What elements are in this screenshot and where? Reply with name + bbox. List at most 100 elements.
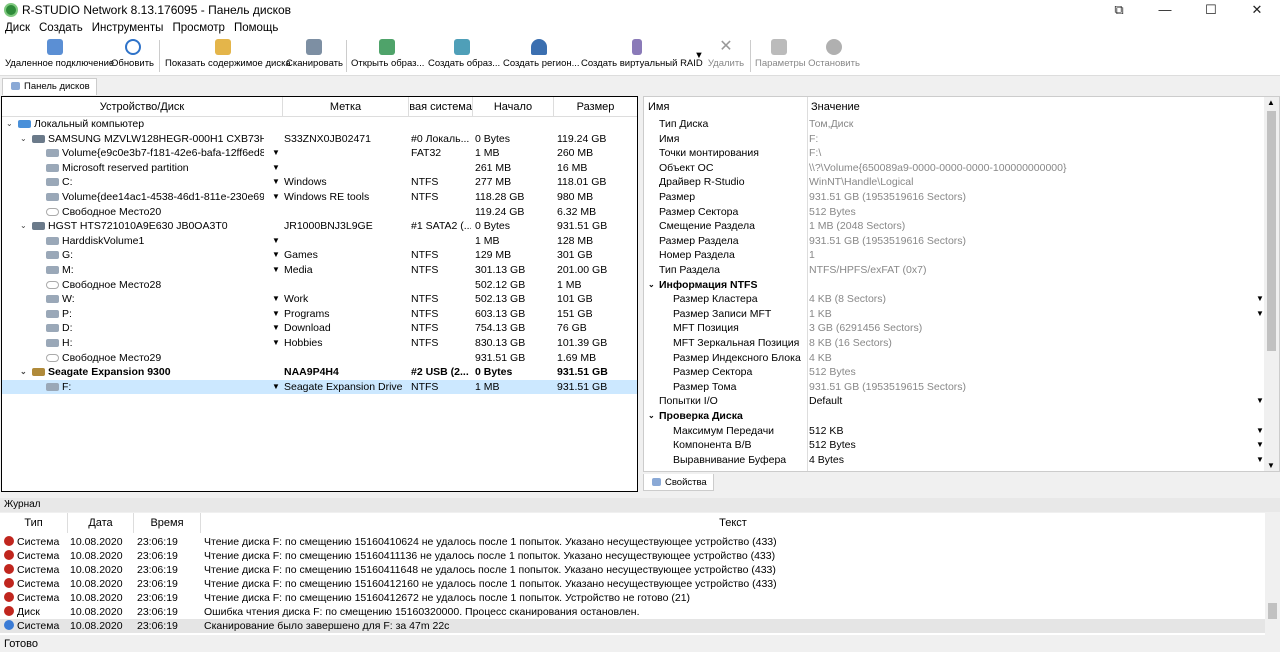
col-name[interactable]: Имя (648, 97, 669, 117)
properties-scrollbar[interactable]: ▲ ▼ (1264, 97, 1279, 471)
maximize-button[interactable]: ☐ (1188, 0, 1234, 20)
property-row[interactable]: Размер Индексного Блока 4 KB (644, 351, 1266, 366)
journal-row[interactable]: Система 10.08.2020 23:06:19 Сканирование бы… (0, 619, 1265, 633)
property-row[interactable]: MFT Позиция 3 GB (6291456 Sectors) (644, 321, 1266, 336)
tree-row[interactable]: F: ▼ Seagate Expansion Drive NTFS 1 MB 931.51… (2, 379, 637, 395)
property-row[interactable]: Компонента В/В 512 Bytes ▼ (644, 438, 1266, 453)
tree-row[interactable]: Microsoft reserved partition ▼ 261 MB 16 MB (2, 161, 637, 176)
col-value[interactable]: Значение (811, 97, 860, 117)
raid-dropdown-icon[interactable]: ▼ (693, 50, 705, 61)
row-dropdown-icon[interactable]: ▼ (272, 292, 280, 307)
property-row[interactable]: Максимум Передачи 512 KB ▼ (644, 424, 1266, 439)
collapse-icon[interactable]: ⌄ (648, 409, 655, 424)
row-dropdown-icon[interactable]: ▼ (272, 146, 280, 161)
col-label[interactable]: Метка (283, 97, 409, 117)
row-dropdown-icon[interactable]: ▼ (272, 161, 280, 176)
parameters-button[interactable]: Параметры (755, 39, 806, 69)
row-dropdown-icon[interactable]: ▼ (272, 307, 280, 322)
property-row[interactable]: Размер Кластера 4 KB (8 Sectors) ▼ (644, 292, 1266, 307)
collapse-icon[interactable]: ⌄ (648, 278, 655, 293)
tree-row[interactable]: D: ▼ Download NTFS 754.13 GB 76 GB (2, 321, 637, 336)
property-row[interactable]: Размер Сектора 512 Bytes (644, 365, 1266, 380)
row-dropdown-icon[interactable]: ▼ (272, 380, 280, 395)
close-button[interactable]: ✕ (1234, 0, 1280, 20)
tree-row[interactable]: G: ▼ Games NTFS 129 MB 301 GB (2, 248, 637, 263)
property-row[interactable]: Размер Раздела 931.51 GB (1953519616 Sect… (644, 234, 1266, 249)
property-row[interactable]: MFT Зеркальная Позиция 8 KB (16 Sectors) (644, 336, 1266, 351)
tree-row[interactable]: ⌄ SAMSUNG MZVLW128HEGR-000H1 CXB73H1Q S33Z… (2, 132, 637, 147)
row-dropdown-icon[interactable]: ▼ (272, 263, 280, 278)
stop-button[interactable]: Остановить (808, 39, 860, 69)
create-image-button[interactable]: Создать образ... (428, 39, 500, 69)
row-dropdown-icon[interactable]: ▼ (272, 234, 280, 249)
tree-row[interactable]: Свободное Место28 502.12 GB 1 MB (2, 278, 637, 293)
tree-row[interactable]: Volume{e9c0e3b7-f181-42e6-bafa-12ff6ed8e… (2, 146, 637, 161)
tree-row[interactable]: P: ▼ Programs NTFS 603.13 GB 151 GB (2, 307, 637, 322)
value-dropdown-icon[interactable]: ▼ (1256, 307, 1264, 322)
property-row[interactable]: Объект ОС \\?\Volume{650089a9-0000-0000-0… (644, 161, 1266, 176)
property-row[interactable]: Смещение Раздела 1 MB (2048 Sectors) (644, 219, 1266, 234)
journal-row[interactable]: Система 10.08.2020 23:06:19 Чтение диска F:… (0, 591, 1265, 605)
col-time[interactable]: Время (134, 513, 201, 533)
col-type[interactable]: Тип (0, 513, 68, 533)
row-dropdown-icon[interactable]: ▼ (272, 248, 280, 263)
col-device[interactable]: Устройство/Диск (2, 97, 283, 117)
value-dropdown-icon[interactable]: ▼ (1256, 292, 1264, 307)
journal-row[interactable]: Система 10.08.2020 23:06:19 Чтение диска F:… (0, 577, 1265, 591)
row-dropdown-icon[interactable]: ▼ (272, 175, 280, 190)
refresh-button[interactable]: Обновить (110, 39, 155, 69)
remote-connect-button[interactable]: Удаленное подключение (5, 39, 114, 69)
create-region-button[interactable]: Создать регион... (503, 39, 580, 69)
property-row[interactable]: Номер Раздела 1 (644, 248, 1266, 263)
tree-row[interactable]: HarddiskVolume1 ▼ 1 MB 128 MB (2, 234, 637, 249)
show-disk-contents-button[interactable]: Показать содержимое диска (165, 39, 291, 69)
property-row[interactable]: Тип Диска Том,Диск (644, 117, 1266, 132)
property-row[interactable]: Попытки I/O Default ▼ (644, 394, 1266, 409)
property-row[interactable]: Размер Записи MFT 1 KB ▼ (644, 307, 1266, 322)
journal-row[interactable]: Система 10.08.2020 23:06:19 Чтение диска F:… (0, 535, 1265, 549)
row-dropdown-icon[interactable]: ▼ (272, 321, 280, 336)
scroll-up-icon[interactable]: ▲ (1267, 98, 1275, 107)
col-size[interactable]: Размер (554, 97, 637, 117)
tab-properties[interactable]: Свойства (643, 474, 714, 491)
row-dropdown-icon[interactable]: ▼ (272, 336, 280, 351)
scroll-thumb[interactable] (1267, 111, 1276, 351)
open-image-button[interactable]: Открыть образ... (351, 39, 424, 69)
expand-icon[interactable]: ⌄ (20, 219, 27, 234)
property-row[interactable]: ⌄ Информация NTFS (644, 278, 1266, 293)
property-row[interactable]: Драйвер R-Studio WinNT\Handle\Logical (644, 175, 1266, 190)
tree-row[interactable]: W: ▼ Work NTFS 502.13 GB 101 GB (2, 292, 637, 307)
property-row[interactable]: Имя F: (644, 132, 1266, 147)
menu-help[interactable]: Помощь (234, 22, 278, 34)
tree-row[interactable]: M: ▼ Media NTFS 301.13 GB 201.00 GB (2, 263, 637, 278)
create-raid-button[interactable]: Создать виртуальный RAID (581, 39, 703, 69)
property-row[interactable]: Размер Сектора 512 Bytes (644, 205, 1266, 220)
menu-disk[interactable]: Диск (5, 22, 30, 34)
menu-view[interactable]: Просмотр (172, 22, 225, 34)
journal-row[interactable]: Диск 10.08.2020 23:06:19 Ошибка чтения диск… (0, 605, 1265, 619)
journal-row[interactable]: Система 10.08.2020 23:06:19 Чтение диска F:… (0, 563, 1265, 577)
expand-icon[interactable]: ⌄ (20, 132, 27, 147)
col-filesystem[interactable]: Файловая система (409, 97, 473, 117)
tree-row[interactable]: H: ▼ Hobbies NTFS 830.13 GB 101.39 GB (2, 336, 637, 351)
property-row[interactable]: Тип Раздела NTFS/HPFS/exFAT (0x7) (644, 263, 1266, 278)
property-row[interactable]: Размер Тома 931.51 GB (1953519615 Sectors… (644, 380, 1266, 395)
property-row[interactable]: Размер 931.51 GB (1953519616 Sectors) (644, 190, 1266, 205)
menu-tools[interactable]: Инструменты (92, 22, 164, 34)
value-dropdown-icon[interactable]: ▼ (1256, 424, 1264, 439)
col-text[interactable]: Текст (201, 513, 1265, 533)
tree-row[interactable]: ⌄ Локальный компьютер (2, 117, 637, 132)
delete-button[interactable]: ✕ Удалить (707, 39, 745, 70)
property-row[interactable]: ⌄ Проверка Диска (644, 409, 1266, 424)
tree-row[interactable]: Свободное Место20 119.24 GB 6.32 MB (2, 205, 637, 220)
row-dropdown-icon[interactable]: ▼ (272, 190, 280, 205)
col-start[interactable]: Начало (473, 97, 554, 117)
value-dropdown-icon[interactable]: ▼ (1256, 394, 1264, 409)
tree-row[interactable]: C: ▼ Windows NTFS 277 MB 118.01 GB (2, 175, 637, 190)
tree-row[interactable]: ⌄ Seagate Expansion 9300 NAA9P4H4 #2 USB (2… (2, 365, 637, 380)
journal-scroll-thumb[interactable] (1268, 603, 1277, 619)
tab-disk-panel[interactable]: Панель дисков (2, 78, 97, 95)
tree-row[interactable]: Свободное Место29 931.51 GB 1.69 MB (2, 351, 637, 366)
scan-button[interactable]: Сканировать (286, 39, 343, 69)
journal-scrollbar[interactable] (1265, 513, 1280, 635)
